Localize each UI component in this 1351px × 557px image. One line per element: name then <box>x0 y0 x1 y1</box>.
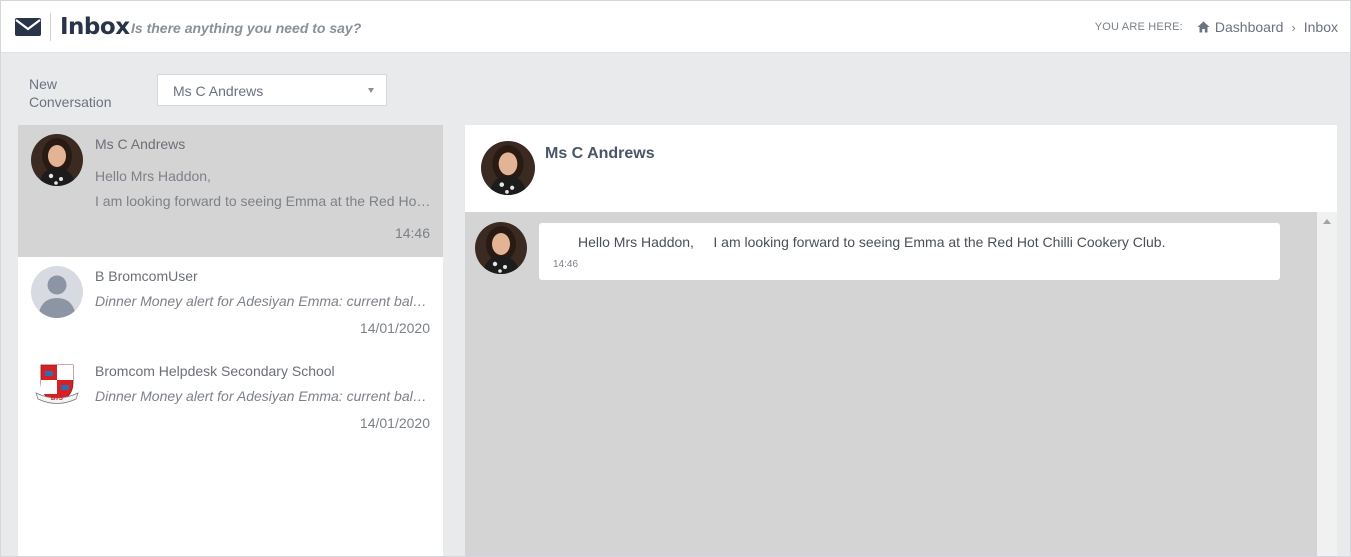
conversation-preview-line: I am looking forward to seeing Emma at t… <box>95 193 433 209</box>
breadcrumb-current: Inbox <box>1303 19 1338 35</box>
scroll-up-icon[interactable] <box>1323 219 1331 224</box>
portrait-photo-icon <box>31 134 83 186</box>
conversation-preview-line: Hello Mrs Haddon, <box>95 168 211 184</box>
new-conversation-label: New Conversation <box>29 76 112 110</box>
chat-contact-name: Ms C Andrews <box>545 145 655 162</box>
conversation-preview-line: Dinner Money alert for Adesiyan Emma: cu… <box>95 388 433 404</box>
conversation-time: 14:46 <box>394 225 430 241</box>
conversation-item-bromcom-helpdesk[interactable]: BTS Bromcom Helpdesk Secondary School Di… <box>18 352 443 447</box>
page-header: Inbox Is there anything you need to say?… <box>1 1 1350 53</box>
new-conversation-selected: Ms C Andrews <box>173 83 264 99</box>
conversation-item-ms-c-andrews[interactable]: Ms C Andrews Hello Mrs Haddon, I am look… <box>18 125 443 257</box>
message-scrollbar[interactable] <box>1317 212 1337 556</box>
conversation-time: 14/01/2020 <box>359 320 430 336</box>
envelope-icon <box>15 18 41 36</box>
portrait-photo-icon <box>475 222 527 274</box>
conversation-item-bromcomuser[interactable]: B BromcomUser Dinner Money alert for Ade… <box>18 257 443 352</box>
conversation-list: Ms C Andrews Hello Mrs Haddon, I am look… <box>18 125 443 556</box>
message-thread: Hello Mrs Haddon, I am looking forward t… <box>465 212 1317 556</box>
portrait-photo-icon <box>481 141 535 195</box>
header-divider <box>50 13 51 41</box>
chat-panel: Ms C Andrews Hello Mrs Haddon, I am look… <box>465 125 1337 556</box>
message-bubble: Hello Mrs Haddon, I am looking forward t… <box>539 223 1280 280</box>
page-subtitle: Is there anything you need to say? <box>131 20 362 36</box>
school-crest-icon: BTS <box>31 359 83 411</box>
breadcrumb: YOU ARE HERE: Dashboard › Inbox <box>1095 19 1338 35</box>
conversation-name: Bromcom Helpdesk Secondary School <box>95 363 335 379</box>
message-time: 14:46 <box>553 259 579 270</box>
message-text: Hello Mrs Haddon, I am looking forward t… <box>578 234 1166 250</box>
conversation-name: Ms C Andrews <box>95 136 186 152</box>
conversation-time: 14/01/2020 <box>359 415 430 431</box>
inbox-page: Inbox Is there anything you need to say?… <box>0 0 1351 557</box>
default-user-icon <box>31 266 83 318</box>
crest-text: BTS <box>51 396 63 402</box>
conversation-name: B BromcomUser <box>95 268 198 284</box>
breadcrumb-prefix: YOU ARE HERE: <box>1094 21 1183 33</box>
breadcrumb-dashboard-link[interactable]: Dashboard <box>1215 19 1284 35</box>
breadcrumb-separator: › <box>1291 19 1296 35</box>
new-conversation-select[interactable]: Ms C Andrews <box>157 74 387 106</box>
conversation-preview-line: Dinner Money alert for Adesiyan Emma: cu… <box>95 293 433 309</box>
page-title: Inbox <box>60 14 130 40</box>
home-icon <box>1197 21 1210 33</box>
caret-down-icon <box>368 88 374 93</box>
